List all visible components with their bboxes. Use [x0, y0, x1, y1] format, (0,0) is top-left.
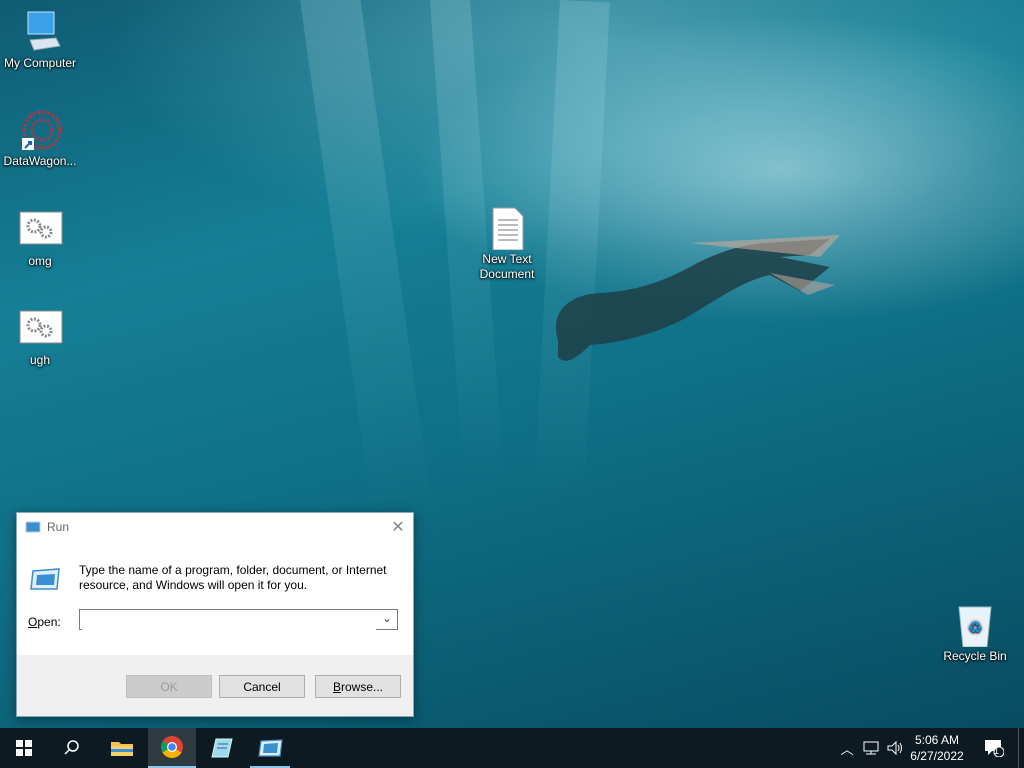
- search-button[interactable]: [48, 728, 96, 768]
- notepad-icon: [211, 738, 233, 758]
- run-title: Run: [47, 520, 70, 534]
- diver-image: [555, 235, 840, 361]
- network-tray-button[interactable]: [860, 728, 882, 768]
- ok-button[interactable]: OK: [126, 675, 212, 698]
- show-desktop-button[interactable]: [1018, 728, 1024, 768]
- folder-icon: [111, 742, 133, 756]
- open-label: Open:: [28, 615, 61, 629]
- clock-date: 6/27/2022: [910, 749, 964, 763]
- close-icon: ✕: [391, 519, 405, 536]
- run-description: Type the name of a program, folder, docu…: [79, 563, 387, 592]
- cancel-button[interactable]: Cancel: [219, 675, 305, 698]
- close-button[interactable]: ✕: [383, 513, 413, 541]
- run-program-icon: [30, 568, 60, 590]
- desktop-icon-recycle-bin[interactable]: ♻ Recycle Bin: [935, 603, 1015, 664]
- browse-button[interactable]: Browse...: [315, 675, 401, 698]
- chrome-button[interactable]: [148, 728, 196, 768]
- desktop-icon-label: omg: [28, 254, 52, 268]
- desktop-icon-label: Recycle Bin: [943, 649, 1007, 663]
- desktop-icon-datawagon[interactable]: DataWagon...: [0, 108, 80, 169]
- open-label-rest: pen:: [37, 615, 61, 629]
- run-body: Type the name of a program, folder, docu…: [17, 541, 413, 655]
- settings-file-icon: [16, 208, 64, 252]
- desktop-icon-omg[interactable]: omg: [0, 208, 80, 269]
- desktop-icon-label: New Text Document: [479, 252, 535, 281]
- desktop-icon-new-text-document[interactable]: New Text Document: [467, 206, 547, 282]
- chevron-up-icon: ︿: [840, 741, 854, 757]
- datawagon-icon: [16, 108, 64, 152]
- file-explorer-button[interactable]: [98, 728, 146, 768]
- recycle-bin-icon: ♻: [951, 603, 999, 648]
- notification-count: 1: [994, 746, 1000, 756]
- browse-label-rest: rowse...: [341, 679, 384, 694]
- chrome-icon: [161, 736, 183, 758]
- desktop-icon-label: My Computer: [3, 56, 77, 70]
- taskbar-clock[interactable]: 5:06 AM 6/27/2022: [902, 732, 972, 764]
- desktop-icon-my-computer[interactable]: My Computer: [0, 10, 80, 71]
- run-title-bar[interactable]: Run: [17, 513, 413, 541]
- desktop-icon-ugh[interactable]: ugh: [0, 307, 80, 368]
- show-hidden-icons-button[interactable]: ︿: [838, 728, 856, 768]
- run-footer: OK Cancel Browse...: [17, 655, 413, 716]
- desktop-icon-label: ugh: [29, 353, 51, 367]
- start-button[interactable]: [0, 728, 48, 768]
- network-icon: [863, 741, 879, 755]
- svg-text:♻: ♻: [968, 618, 982, 637]
- notepad-button[interactable]: [198, 728, 246, 768]
- open-combobox[interactable]: ⌄: [79, 609, 398, 630]
- run-app-icon: [25, 521, 41, 533]
- text-document-icon: [483, 206, 531, 251]
- computer-icon: [16, 10, 64, 54]
- settings-file-icon: [16, 307, 64, 351]
- search-icon: [64, 740, 79, 755]
- run-taskbar-button[interactable]: [246, 728, 294, 768]
- run-app-icon: [258, 739, 283, 757]
- chevron-down-icon[interactable]: ⌄: [380, 612, 394, 626]
- action-center-button[interactable]: 1: [980, 728, 1008, 768]
- windows-logo-icon: [16, 740, 32, 756]
- light-ray: [300, 0, 432, 515]
- run-dialog: Run ✕ Type the name of a program, folder…: [16, 512, 414, 717]
- clock-time: 5:06 AM: [914, 733, 960, 747]
- taskbar: ︿ 5:06 AM 6/27/2022 1: [0, 728, 1024, 768]
- open-input[interactable]: [82, 611, 376, 630]
- desktop-icon-label: DataWagon...: [3, 154, 77, 168]
